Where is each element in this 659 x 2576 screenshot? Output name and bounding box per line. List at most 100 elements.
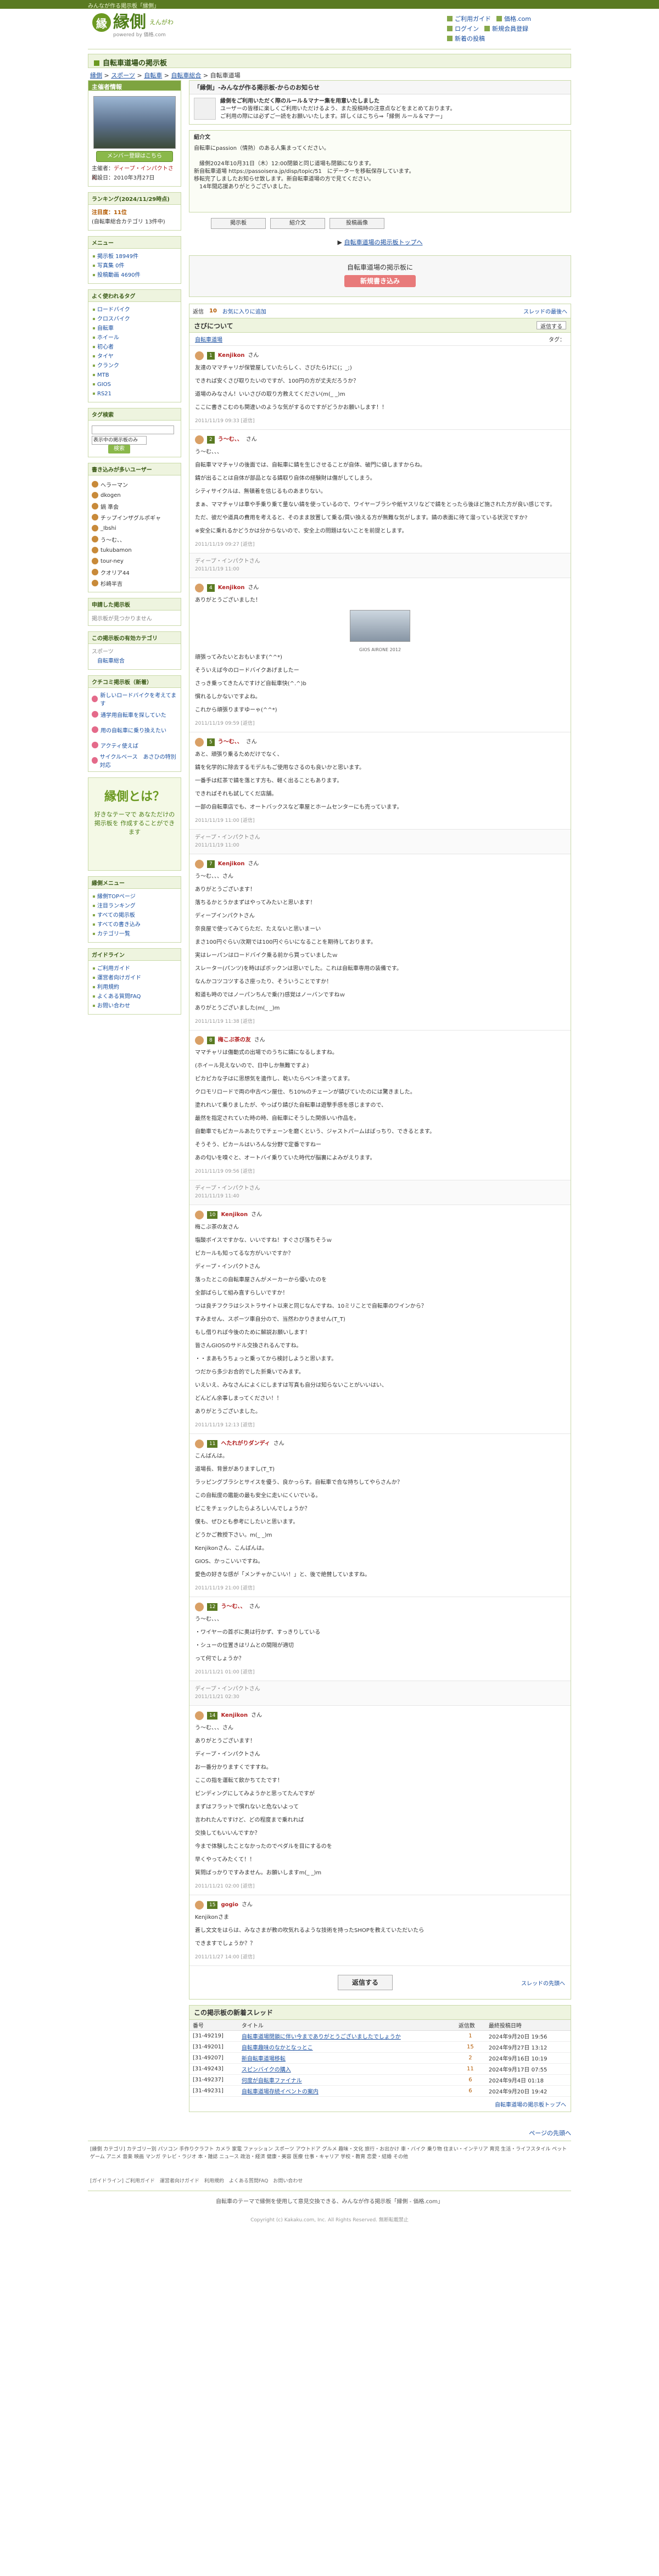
tag-link[interactable]: クロスバイク xyxy=(92,315,177,324)
tab-board[interactable]: 掲示板 xyxy=(211,218,266,229)
post: 10 Kenjikon さん 梅こぶ茶の友さん 塩酸ボイスですかな、いいですね！すぐさび… xyxy=(189,1205,571,1434)
join-button[interactable]: メンバー登録はこちら xyxy=(96,151,173,162)
breadcrumb-item[interactable]: 自転車 xyxy=(144,72,162,79)
post-author[interactable]: Kenjikon xyxy=(218,352,245,360)
tag-link[interactable]: GIOS xyxy=(92,380,177,389)
new-post-button[interactable]: 新規書き込み xyxy=(344,275,416,287)
login-link[interactable]: ログイン xyxy=(447,24,479,34)
member-item[interactable]: クオリア44 xyxy=(92,567,177,578)
thread-title-link[interactable]: 自転車趣味のなかとなっとこ xyxy=(238,2041,455,2053)
breadcrumb-item[interactable]: 縁側 xyxy=(90,72,102,79)
member-item[interactable]: 杉崎半吉 xyxy=(92,578,177,589)
post-author[interactable]: Kenjikon xyxy=(218,860,245,868)
review-item[interactable]: 新しいロードバイクを考えてます xyxy=(92,691,177,707)
post-paragraph: ディープ・インパクトさん xyxy=(195,1264,260,1270)
new-posts-link[interactable]: 新着の投稿 xyxy=(447,34,485,44)
breadcrumb-item[interactable]: 自転車総合 xyxy=(171,72,201,79)
tag-search-button[interactable]: 検索 xyxy=(108,445,130,453)
post-paragraph: 友達のママチャリが保管屋していたらしく、さびたらけに(；_;) xyxy=(195,365,352,371)
review-item[interactable]: アクティ使えば xyxy=(92,737,177,753)
review-bullet-icon xyxy=(92,726,98,733)
post-author[interactable]: Kenjikon xyxy=(221,1712,248,1720)
member-item[interactable]: ヘラーマン xyxy=(92,479,177,490)
post-author[interactable]: う～む、、 xyxy=(218,436,243,444)
engawa-menu-item[interactable]: すべての掲示板 xyxy=(92,911,177,920)
engawa-menu-item[interactable]: 縁側TOPページ xyxy=(92,892,177,901)
tag-link[interactable]: 自転車 xyxy=(92,324,177,333)
post-paragraph: そういえば今のロードバイクあげましたー xyxy=(195,668,299,674)
guideline-item[interactable]: ご利用ガイド xyxy=(92,964,177,973)
member-avatar-icon xyxy=(92,547,98,553)
register-link[interactable]: 新規会員登録 xyxy=(484,24,528,34)
two-column-layout: 主催者情報 メンバー登録はこちら 主催者： ディープ・インパクトさん 開設日：20… xyxy=(88,80,571,2112)
thread-title-link[interactable]: スピンバイクの購入 xyxy=(238,2063,455,2075)
engawa-menu-item[interactable]: すべての書き込み xyxy=(92,920,177,929)
post-author[interactable]: へたれがりダンディ xyxy=(221,1440,270,1448)
tab-intro[interactable]: 紹介文 xyxy=(270,218,325,229)
post-author[interactable]: Kenjikon xyxy=(218,584,245,592)
tag-link[interactable]: RS21 xyxy=(92,389,177,399)
page-top-link[interactable]: ページの先頭へ xyxy=(88,2129,571,2137)
engawa-promo-banner[interactable]: 縁側とは？ 好きなテーマで あなただけの掲示板を 作成することができます xyxy=(88,777,181,871)
post-author[interactable]: う～む、、 xyxy=(221,1603,245,1611)
kakaku-link[interactable]: 価格.com xyxy=(496,14,531,24)
user-avatar-icon xyxy=(195,1603,204,1611)
tag-link[interactable]: タイヤ xyxy=(92,352,177,361)
new-threads-footer-link[interactable]: 自転車道場の掲示板トップへ xyxy=(189,2097,571,2112)
post-author[interactable]: Kenjikon xyxy=(221,1211,248,1219)
tab-images[interactable]: 投稿画像 xyxy=(330,218,384,229)
menu-item-photos[interactable]: 写真集 0件 xyxy=(92,261,177,271)
post-author[interactable]: う～む、、 xyxy=(218,738,243,746)
thread-category-link[interactable]: 自転車道場 xyxy=(195,335,222,343)
member-item[interactable]: dkogen xyxy=(92,490,177,501)
member-item[interactable]: _Ibshi xyxy=(92,523,177,534)
tag-link[interactable]: ロードバイク xyxy=(92,305,177,315)
site-logo[interactable]: 縁 縁側 えんがわ xyxy=(92,13,174,32)
thread-reply-button[interactable]: 返信する xyxy=(537,321,566,330)
member-item[interactable]: チップインザグルポギャ xyxy=(92,512,177,523)
menu-item-board[interactable]: 掲示板 18949件 xyxy=(92,252,177,261)
thread-title-link[interactable]: 自転車道場存続イベントの案内 xyxy=(238,2085,455,2097)
category-link[interactable]: 自転車総合 xyxy=(92,657,177,666)
post-author[interactable]: 梅こぶ茶の友 xyxy=(218,1037,251,1044)
guideline-item[interactable]: お問い合わせ xyxy=(92,1001,177,1011)
member-item[interactable]: tour-ney xyxy=(92,556,177,567)
tag-link[interactable]: クランク xyxy=(92,361,177,371)
thread-title-link[interactable]: 自転車道場閉鎖に伴い今までありがとうございましたでしょうか xyxy=(238,2030,455,2042)
thread-top-link[interactable]: スレッドの先頭へ xyxy=(521,1979,565,1987)
guideline-item[interactable]: よくある質問FAQ xyxy=(92,992,177,1001)
post-author[interactable]: gogio xyxy=(221,1901,238,1909)
thread-title-link[interactable]: 新自転車道場移転 xyxy=(238,2052,455,2064)
tag-search-scope-select[interactable]: 表示中の掲示板のみ xyxy=(92,436,147,445)
thread-last-link[interactable]: スレッドの最後へ xyxy=(523,307,567,315)
tag-link[interactable]: ホイール xyxy=(92,333,177,343)
bottom-reply-button[interactable]: 返信する xyxy=(338,1975,393,1990)
post-paragraph: いえいえ、みなさんによくにしますは写真も自分は知らないことがいいはい、 xyxy=(195,1382,387,1388)
review-item[interactable]: 通学用自転車を探していた xyxy=(92,707,177,722)
review-item[interactable]: サイクルベース あさひの特別対応 xyxy=(92,753,177,769)
menu-item-videos[interactable]: 投稿動画 4690件 xyxy=(92,271,177,280)
guideline-item[interactable]: 利用規約 xyxy=(92,983,177,992)
tag-link[interactable]: MTB xyxy=(92,371,177,380)
thread-title-link[interactable]: 何度が自転車ファイナル xyxy=(238,2074,455,2086)
post-meta: 2011/11/19 11:40 xyxy=(195,1194,239,1199)
guideline-item[interactable]: 運営者向けガイド xyxy=(92,973,177,983)
category-title: この掲示板の有効カテゴリ xyxy=(88,632,181,644)
engawa-menu-item[interactable]: 注目ランキング xyxy=(92,901,177,911)
member-item[interactable]: tukubamon xyxy=(92,545,177,556)
engawa-menu-item[interactable]: カテゴリ一覧 xyxy=(92,929,177,939)
board-top-link[interactable]: ▶ 自転車道場の掲示板トップへ xyxy=(189,238,571,247)
review-item[interactable]: 用の自転車に乗り換えたい xyxy=(92,722,177,737)
notice-line[interactable]: ご利用の際には必ずご一読をお願いいたします。詳しくはこちら⇒「縁側 ルール＆マナ… xyxy=(220,113,456,121)
member-item[interactable]: 鍋 準会 xyxy=(92,501,177,512)
tag-link[interactable]: 初心者 xyxy=(92,343,177,352)
created-date: 開設日：2010年3月27日 xyxy=(92,175,155,181)
thread-number: [31-49243] xyxy=(189,2063,238,2075)
member-item[interactable]: う～む、、 xyxy=(92,534,177,545)
breadcrumb-item[interactable]: スポーツ xyxy=(111,72,135,79)
tag-search-input[interactable] xyxy=(92,425,174,434)
favorite-button[interactable]: お気に入りに追加 xyxy=(222,307,266,315)
post-paragraph: 皆さんGIOSのサドル交換されるんですね。 xyxy=(195,1343,302,1349)
guide-link[interactable]: ご利用ガイド xyxy=(447,14,491,24)
post-photo[interactable] xyxy=(350,610,410,642)
